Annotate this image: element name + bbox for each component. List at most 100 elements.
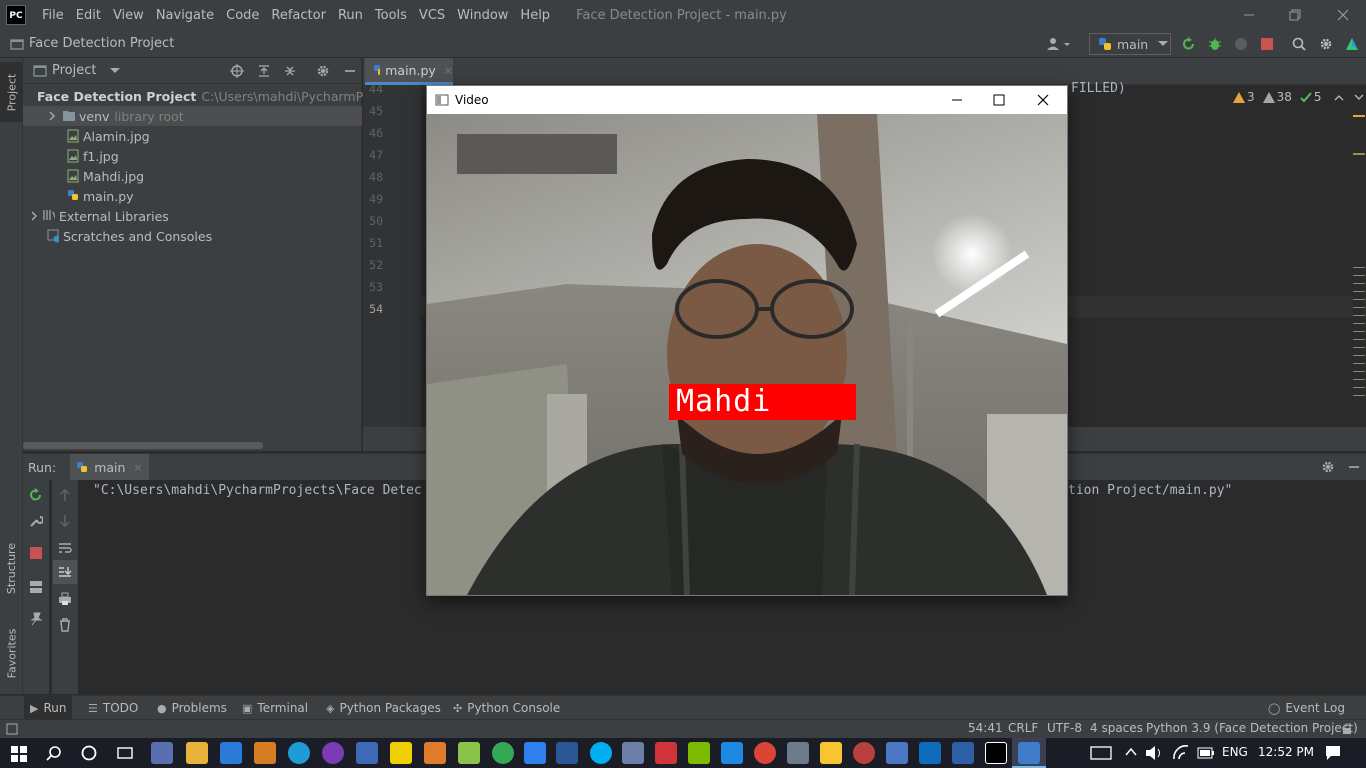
breadcrumb-project[interactable]: Face Detection Project — [29, 36, 174, 51]
hide-panel-icon[interactable] — [343, 64, 357, 78]
tree-item-file[interactable]: f1.jpg — [23, 146, 362, 166]
stop-icon[interactable] — [1261, 38, 1273, 50]
error-stripe-mark[interactable] — [1353, 153, 1365, 155]
office-icon[interactable] — [655, 742, 677, 764]
task-view-icon[interactable] — [117, 745, 133, 761]
rerun-icon[interactable] — [29, 488, 43, 502]
hide-panel-icon[interactable] — [1347, 460, 1361, 474]
indent-setting[interactable]: 4 spaces — [1090, 721, 1143, 735]
volume-icon[interactable] — [1145, 745, 1163, 761]
mail-icon[interactable] — [220, 742, 242, 764]
skype-icon[interactable] — [590, 742, 612, 764]
sublime-text-icon[interactable] — [254, 742, 276, 764]
tree-item-venv[interactable]: venv library root — [23, 106, 362, 126]
expand-all-icon[interactable] — [257, 64, 271, 78]
wrench-icon[interactable] — [29, 514, 43, 528]
menu-run[interactable]: Run — [332, 8, 369, 23]
layout-toggle-icon[interactable] — [6, 723, 18, 735]
menu-vcs[interactable]: VCS — [413, 8, 451, 23]
xampp-icon[interactable] — [424, 742, 446, 764]
pin-icon[interactable] — [29, 612, 43, 626]
menu-file[interactable]: File — [36, 8, 70, 23]
breadcrumb[interactable]: Face Detection Project — [10, 36, 174, 51]
menu-refactor[interactable]: Refactor — [265, 8, 332, 23]
menu-navigate[interactable]: Navigate — [150, 8, 220, 23]
minimize-button[interactable] — [1226, 0, 1272, 30]
menu-window[interactable]: Window — [451, 8, 514, 23]
layout-icon[interactable] — [29, 580, 43, 594]
arrow-down-icon[interactable] — [58, 514, 72, 528]
video-minimize-button[interactable] — [937, 86, 977, 114]
tool-tab-python-console[interactable]: ✣ Python Console — [453, 696, 560, 720]
pycharm-taskbar-icon[interactable] — [985, 742, 1007, 764]
tool-tab-terminal[interactable]: ▣ Terminal — [242, 696, 308, 720]
settings-gear-icon[interactable] — [316, 64, 330, 78]
menu-help[interactable]: Help — [514, 8, 556, 23]
menu-edit[interactable]: Edit — [70, 8, 107, 23]
microsoft-apps-icon[interactable] — [688, 742, 710, 764]
anaconda-icon[interactable] — [492, 742, 514, 764]
windows-start-icon[interactable] — [11, 746, 27, 762]
notepad-icon[interactable] — [356, 742, 378, 764]
tool-tab-python-packages[interactable]: ◈ Python Packages — [326, 696, 441, 720]
error-stripe-mark[interactable] — [1353, 115, 1365, 117]
github-desktop-icon[interactable] — [322, 742, 344, 764]
cortana-icon[interactable] — [81, 745, 97, 761]
restore-button[interactable] — [1272, 0, 1318, 30]
tree-item-file[interactable]: Mahdi.jpg — [23, 166, 362, 186]
project-tool-tab[interactable]: Project — [0, 62, 23, 122]
error-stripe-marks[interactable] — [1353, 260, 1365, 400]
print-icon[interactable] — [58, 592, 72, 606]
line-separator[interactable]: CRLF — [1008, 721, 1038, 735]
tool-tab-todo[interactable]: ☰ TODO — [88, 696, 138, 720]
keep-icon[interactable] — [820, 742, 842, 764]
video-close-button[interactable] — [1023, 86, 1063, 114]
collapse-all-icon[interactable] — [283, 64, 297, 78]
chevron-up-icon[interactable] — [1125, 747, 1137, 757]
edge-icon[interactable] — [288, 742, 310, 764]
menu-tools[interactable]: Tools — [369, 8, 413, 23]
close-tab-icon[interactable]: × — [133, 461, 142, 474]
notifications-icon[interactable] — [1325, 745, 1341, 761]
keyboard-app-icon[interactable] — [886, 742, 908, 764]
menu-view[interactable]: View — [107, 8, 150, 23]
run-tab-main[interactable]: main × — [70, 453, 149, 481]
close-button[interactable] — [1320, 0, 1366, 30]
search-icon[interactable] — [1292, 37, 1306, 51]
word-icon[interactable] — [556, 742, 578, 764]
tree-item-file[interactable]: Alamin.jpg — [23, 126, 362, 146]
jetbrains-toolbox-icon[interactable] — [1344, 36, 1360, 52]
settings-gear-icon[interactable] — [1321, 460, 1335, 474]
tree-item-project-root[interactable]: Face Detection Project C:\Users\mahdi\Py… — [23, 86, 393, 106]
file-encoding[interactable]: UTF-8 — [1047, 721, 1082, 735]
tree-item-external-libraries[interactable]: External Libraries — [23, 206, 362, 226]
wifi-icon[interactable] — [1172, 745, 1190, 761]
tree-item-file[interactable]: main.py — [23, 186, 362, 206]
project-panel-title[interactable]: Project — [52, 63, 96, 78]
coverage-icon[interactable] — [1234, 37, 1248, 51]
python-video-taskbar-item[interactable] — [1012, 738, 1046, 768]
powershell-icon[interactable] — [952, 742, 974, 764]
caret-position[interactable]: 54:41 — [968, 721, 1003, 735]
trash-icon[interactable] — [58, 618, 72, 632]
todo-app-icon[interactable] — [721, 742, 743, 764]
event-log-button[interactable]: ◯ Event Log — [1268, 696, 1345, 720]
structure-tool-tab[interactable]: Structure — [0, 528, 23, 608]
soft-wrap-icon[interactable] — [58, 541, 72, 555]
video-window-titlebar[interactable]: Video — [427, 86, 1067, 114]
settings-gear-icon[interactable] — [1319, 37, 1333, 51]
locate-icon[interactable] — [230, 64, 244, 78]
menu-code[interactable]: Code — [220, 8, 265, 23]
tool-tab-problems[interactable]: ● Problems — [157, 696, 227, 720]
video-window[interactable]: Video Mahdi — [427, 86, 1067, 595]
debug-icon[interactable] — [1208, 37, 1222, 51]
stop-icon[interactable] — [30, 547, 42, 559]
close-tab-icon[interactable]: × — [444, 64, 453, 77]
clock[interactable]: 12:52 PM — [1258, 745, 1314, 759]
file-explorer-icon[interactable] — [186, 742, 208, 764]
editor-tab-main[interactable]: main.py × — [365, 58, 453, 85]
store-icon[interactable] — [151, 742, 173, 764]
vscode-icon[interactable] — [524, 742, 546, 764]
python-interpreter[interactable]: Python 3.9 (Face Detection Project) — [1146, 721, 1358, 735]
media-app-icon[interactable] — [853, 742, 875, 764]
